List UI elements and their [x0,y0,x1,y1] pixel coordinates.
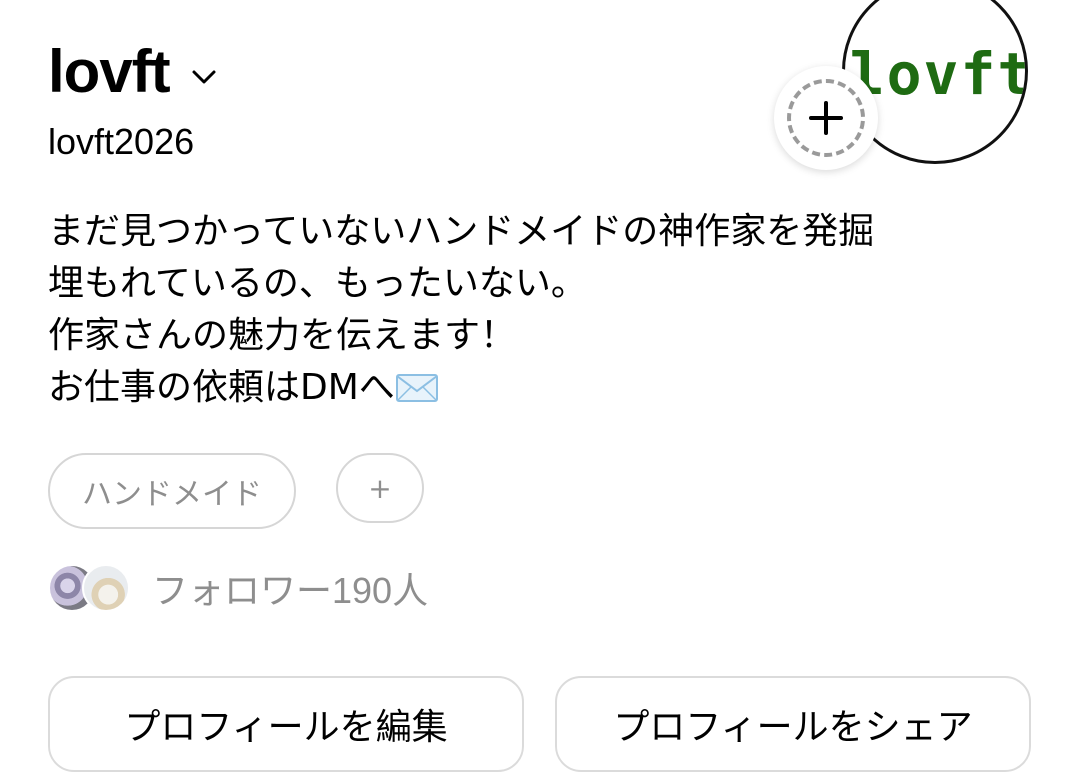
bio: まだ見つかっていないハンドメイドの神作家を発掘 埋もれているの、もったいない。 … [48,206,874,414]
bio-line: まだ見つかっていないハンドメイドの神作家を発掘 [48,211,875,252]
share-profile-button[interactable]: プロフィールをシェア [555,676,1031,772]
account-switcher[interactable]: lovft [48,40,218,104]
bio-line-last: お仕事の依頼はDMへ [48,362,874,414]
plus-icon [809,101,843,135]
envelope-icon [395,374,438,402]
username: lovft2026 [48,121,195,162]
edit-profile-button[interactable]: プロフィールを編集 [48,676,524,772]
chevron-down-icon [192,70,216,84]
followers-count: フォロワー190人 [152,570,429,611]
bio-line: 作家さんの魅力を伝えます！ [48,315,517,356]
followers-link[interactable]: フォロワー190人 [48,562,428,614]
add-note-button[interactable] [774,66,878,170]
profile-page: lovft lovft2026 lovft まだ見つかっていないハンドメイドの神… [0,0,1080,778]
avatar-logo-text: lovft [849,40,1028,108]
follower-avatar [82,564,130,612]
profile-tag-chip[interactable]: ハンドメイド [48,453,296,529]
add-note-ring [787,79,865,157]
bio-line-text: お仕事の依頼はDMへ [48,367,395,408]
add-tag-button[interactable]: + [336,453,424,523]
bio-line: 埋もれているの、もったいない。 [48,263,587,304]
display-name: lovft [48,38,171,105]
